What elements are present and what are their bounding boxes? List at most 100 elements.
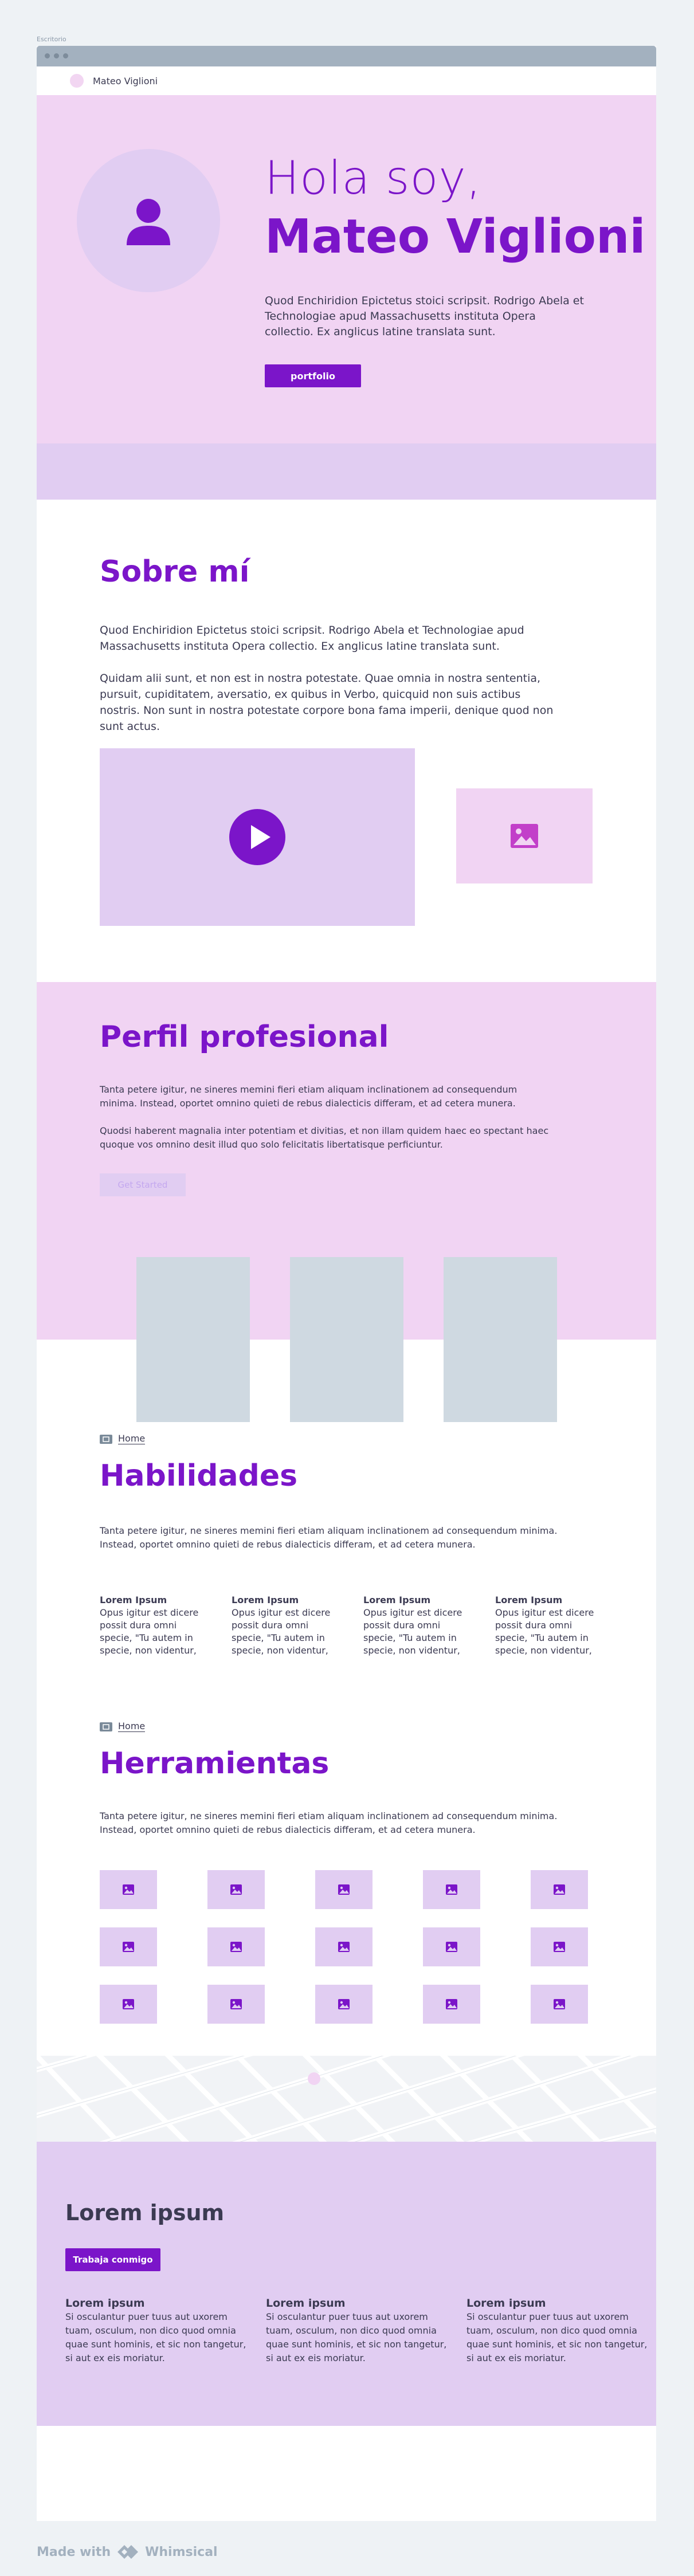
tool-tile[interactable] [531, 1870, 588, 1909]
image-icon [511, 824, 538, 848]
image-icon [230, 1999, 242, 2009]
made-with-badge[interactable]: Made with Whimsical [37, 2544, 218, 2560]
tool-tile[interactable] [100, 1927, 157, 1966]
image-icon [123, 1884, 134, 1895]
footer-column-title: Lorem ipsum [466, 2297, 546, 2310]
footer-section: Lorem ipsum Trabaja conmigo Lorem ipsum … [37, 2142, 656, 2426]
breadcrumb[interactable]: Home [100, 1721, 146, 1732]
profile-card-top[interactable] [290, 1257, 403, 1340]
get-started-button[interactable]: Get Started [100, 1173, 186, 1196]
breadcrumb-home[interactable]: Home [118, 1434, 146, 1444]
sobre-paragraph-1: Quod Enchiridion Epictetus stoici scrips… [100, 624, 524, 653]
map-pin-icon[interactable] [308, 2072, 320, 2085]
footer-title: Lorem ipsum [65, 2200, 225, 2225]
sobre-paragraph-2: Quidam alii sunt, et non est in nostra p… [100, 672, 554, 733]
image-icon [338, 1942, 350, 1952]
herramientas-description: Tanta petere igitur, ne sineres memini f… [100, 1811, 558, 1835]
skill-text: Opus igitur est dicere possit dura omni … [232, 1607, 331, 1656]
tool-tile[interactable] [423, 1927, 480, 1966]
logo-icon[interactable] [70, 74, 84, 88]
skill-title: Lorem Ipsum [495, 1595, 563, 1605]
image-icon [554, 1884, 565, 1895]
habilidades-title: Habilidades [100, 1459, 298, 1493]
tool-tile[interactable] [531, 1927, 588, 1966]
herramientas-title: Herramientas [100, 1746, 330, 1781]
hero-name: Mateo Viglioni [265, 210, 646, 264]
image-icon [338, 1999, 350, 2009]
skill-text: Opus igitur est dicere possit dura omni … [100, 1607, 199, 1656]
sobre-section: Sobre mí Quod Enchiridion Epictetus stoi… [37, 500, 656, 982]
made-with-label: Made with [37, 2544, 111, 2559]
video-player[interactable] [100, 748, 415, 926]
window-dot-icon [45, 53, 50, 58]
footer-column-text: Si osculantur puer tuus aut uxorem tuam,… [65, 2311, 246, 2363]
sobre-title: Sobre mí [100, 555, 250, 589]
skill-title: Lorem Ipsum [100, 1595, 167, 1605]
canvas-label: Escritorio [37, 36, 66, 43]
skill-item: Lorem Ipsum Opus igitur est dicere possi… [495, 1594, 596, 1657]
avatar [77, 149, 220, 292]
image-icon [554, 1999, 565, 2009]
trabaja-conmigo-button[interactable]: Trabaja conmigo [65, 2248, 160, 2271]
footer-column: Lorem ipsum Si osculantur puer tuus aut … [266, 2296, 449, 2365]
portfolio-button[interactable]: portfolio [265, 364, 361, 387]
image-icon [230, 1942, 242, 1952]
skill-text: Opus igitur est dicere possit dura omni … [363, 1607, 462, 1656]
skill-title: Lorem Ipsum [363, 1595, 431, 1605]
nav-site-name[interactable]: Mateo Viglioni [93, 76, 158, 87]
hero-greeting: Hola soy, [265, 151, 482, 205]
play-icon[interactable] [229, 809, 285, 865]
image-icon [446, 1884, 457, 1895]
breadcrumb[interactable]: Home [100, 1434, 146, 1444]
image-icon [123, 1942, 134, 1952]
skill-item: Lorem Ipsum Opus igitur est dicere possi… [100, 1594, 201, 1657]
footer-column: Lorem ipsum Si osculantur puer tuus aut … [466, 2296, 650, 2365]
browser-titlebar [37, 46, 656, 66]
whimsical-logo-icon [117, 2545, 139, 2559]
tool-tile[interactable] [100, 1985, 157, 2024]
image-icon [338, 1884, 350, 1895]
tool-tile[interactable] [315, 1985, 373, 2024]
map-image [37, 2056, 656, 2142]
tool-tile[interactable] [207, 1985, 265, 2024]
habilidades-section: Home Habilidades Tanta petere igitur, ne… [37, 1422, 656, 2119]
hero-band [37, 443, 656, 500]
tool-tile[interactable] [315, 1927, 373, 1966]
image-icon [446, 1942, 457, 1952]
tool-tile[interactable] [315, 1870, 373, 1909]
tool-tile[interactable] [423, 1870, 480, 1909]
footer-column: Lorem ipsum Si osculantur puer tuus aut … [65, 2296, 249, 2365]
skill-text: Opus igitur est dicere possit dura omni … [495, 1607, 594, 1656]
map-section[interactable] [37, 2056, 656, 2142]
navbar: Mateo Viglioni [37, 66, 656, 95]
tool-tile[interactable] [423, 1985, 480, 2024]
image-placeholder [456, 788, 593, 883]
footer-column-text: Si osculantur puer tuus aut uxorem tuam,… [266, 2311, 447, 2363]
profile-card[interactable] [290, 1340, 403, 1428]
tool-tile[interactable] [531, 1985, 588, 2024]
breadcrumb-home[interactable]: Home [118, 1721, 146, 1732]
profile-card-top[interactable] [444, 1257, 557, 1340]
tool-tile[interactable] [207, 1927, 265, 1966]
footer-column-text: Si osculantur puer tuus aut uxorem tuam,… [466, 2311, 648, 2363]
window-dot-icon [63, 53, 68, 58]
window-dot-icon [54, 53, 59, 58]
hero-section: Hola soy, Mateo Viglioni Quod Enchiridio… [37, 95, 656, 443]
perfil-paragraph-1: Tanta petere igitur, ne sineres memini f… [100, 1084, 517, 1109]
perfil-section: Perfil profesional Tanta petere igitur, … [37, 982, 656, 1340]
image-icon [446, 1999, 457, 2009]
profile-card-top[interactable] [136, 1257, 250, 1340]
image-icon [554, 1942, 565, 1952]
user-icon [127, 199, 170, 245]
browser-frame: Mateo Viglioni Hola soy, Mateo Viglioni … [37, 46, 656, 2521]
tool-tile[interactable] [207, 1870, 265, 1909]
whimsical-brand: Whimsical [145, 2544, 218, 2559]
tool-tile[interactable] [100, 1870, 157, 1909]
skill-item: Lorem Ipsum Opus igitur est dicere possi… [232, 1594, 332, 1657]
profile-card[interactable] [136, 1340, 250, 1428]
image-icon [123, 1999, 134, 2009]
habilidades-description: Tanta petere igitur, ne sineres memini f… [100, 1525, 558, 1550]
home-icon [100, 1722, 112, 1731]
profile-card[interactable] [444, 1340, 557, 1428]
footer-column-title: Lorem ipsum [266, 2297, 346, 2310]
